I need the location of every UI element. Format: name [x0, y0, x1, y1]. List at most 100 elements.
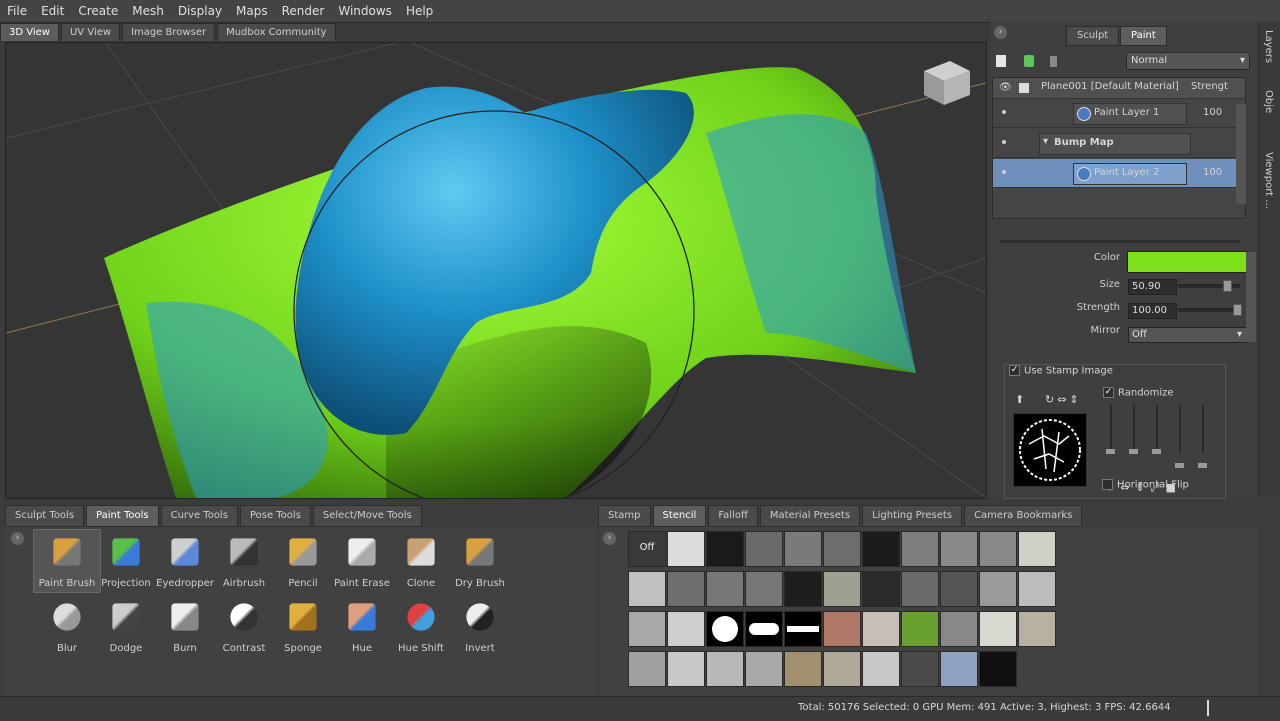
strength-slider[interactable]	[1178, 308, 1240, 312]
stencil-thumbnail[interactable]	[628, 651, 666, 687]
stencil-thumbnail[interactable]	[979, 571, 1017, 607]
stencil-thumbnail[interactable]	[940, 571, 978, 607]
stencil-thumbnail[interactable]	[940, 651, 978, 687]
stencil-thumbnail[interactable]	[706, 611, 744, 647]
tab-camera-bookmarks[interactable]: Camera Bookmarks	[964, 505, 1083, 527]
menu-windows[interactable]: Windows	[331, 4, 399, 18]
rotate-flip-icons[interactable]: ↻⇔⇕	[1045, 393, 1082, 406]
stencil-thumbnail[interactable]	[940, 611, 978, 647]
stencil-thumbnail[interactable]	[901, 571, 939, 607]
menu-create[interactable]: Create	[71, 4, 125, 18]
stencil-thumbnail[interactable]	[940, 531, 978, 567]
stencil-thumbnail[interactable]	[823, 651, 861, 687]
tool-blur[interactable]: Blur	[33, 594, 101, 658]
tool-clone[interactable]: Clone	[387, 529, 455, 593]
tab-falloff[interactable]: Falloff	[708, 505, 758, 527]
expand-arrow-icon[interactable]: ▾	[1043, 136, 1048, 147]
tab-sculpt-tools[interactable]: Sculpt Tools	[5, 505, 85, 527]
properties-scrollbar[interactable]	[1246, 252, 1256, 342]
tool-pencil[interactable]: Pencil	[269, 529, 337, 593]
tab-3d-view[interactable]: 3D View	[0, 23, 59, 41]
stencil-thumbnail[interactable]	[823, 611, 861, 647]
strength-field[interactable]: 100.00	[1128, 303, 1177, 319]
tool-burn[interactable]: Burn	[151, 594, 219, 658]
new-layer-icon[interactable]	[996, 55, 1006, 67]
stencil-thumbnail[interactable]	[823, 571, 861, 607]
stencil-thumbnail[interactable]	[1018, 531, 1056, 567]
layer-strength-value[interactable]: 100	[1203, 167, 1222, 178]
tool-contrast[interactable]: Contrast	[210, 594, 278, 658]
collapse-icon[interactable]: ›	[994, 26, 1007, 39]
stencil-thumbnail[interactable]	[901, 611, 939, 647]
pin-icon[interactable]: ⬆	[1015, 393, 1024, 406]
tab-viewport-filters[interactable]: Viewport ...	[1263, 152, 1274, 209]
menu-display[interactable]: Display	[171, 4, 229, 18]
stencil-thumbnail[interactable]	[628, 611, 666, 647]
stencil-thumbnail[interactable]	[979, 651, 1017, 687]
tab-mudbox-community[interactable]: Mudbox Community	[217, 23, 336, 41]
stencil-thumbnail[interactable]	[862, 651, 900, 687]
randomize-checkbox[interactable]: ✓ Randomize	[1103, 387, 1174, 399]
stencil-thumbnail[interactable]	[862, 611, 900, 647]
size-slider-knob[interactable]	[1223, 280, 1233, 292]
3d-viewport[interactable]	[5, 42, 987, 499]
tab-material-presets[interactable]: Material Presets	[759, 505, 861, 527]
stencil-thumbnail[interactable]	[745, 651, 783, 687]
tab-select-move-tools[interactable]: Select/Move Tools	[312, 505, 422, 527]
tab-image-browser[interactable]: Image Browser	[122, 23, 216, 41]
layer-row[interactable]: Paint Layer 2 100	[993, 159, 1245, 188]
tool-paint-brush[interactable]: Paint Brush	[33, 529, 101, 593]
layers-scrollbar[interactable]	[1236, 104, 1246, 204]
stencil-thumbnail[interactable]	[667, 571, 705, 607]
stencil-thumbnail[interactable]	[745, 611, 783, 647]
tab-object-list[interactable]: Obje	[1263, 90, 1274, 113]
tool-airbrush[interactable]: Airbrush	[210, 529, 278, 593]
horizontal-flip-checkbox[interactable]: Horizontal Flip	[1102, 479, 1189, 491]
stencil-thumbnail[interactable]	[706, 531, 744, 567]
tool-invert[interactable]: Invert	[446, 594, 514, 658]
stencil-thumbnail[interactable]	[667, 611, 705, 647]
stamp-preview-image[interactable]	[1013, 413, 1087, 487]
visibility-dot-icon[interactable]	[1002, 110, 1006, 114]
stencil-thumbnail[interactable]	[784, 651, 822, 687]
stencil-thumbnail[interactable]	[979, 531, 1017, 567]
stencil-tray-collapse-icon[interactable]: ›	[603, 532, 616, 545]
stencil-thumbnail[interactable]	[979, 611, 1017, 647]
layer-row[interactable]: ▾ Bump Map	[993, 129, 1245, 158]
tab-layers[interactable]: Layers	[1263, 30, 1274, 63]
stencil-thumbnail[interactable]	[706, 651, 744, 687]
use-stamp-checkbox[interactable]: ✓ Use Stamp Image	[1009, 365, 1113, 377]
visibility-dot-icon[interactable]	[1002, 170, 1006, 174]
mode-sculpt-button[interactable]: Sculpt	[1066, 26, 1120, 46]
stencil-thumbnail[interactable]	[1018, 571, 1056, 607]
tab-pose-tools[interactable]: Pose Tools	[239, 505, 311, 527]
layer-strength-value[interactable]: 100	[1203, 107, 1222, 118]
tool-projection[interactable]: Projection	[92, 529, 160, 593]
tray-collapse-icon[interactable]: ›	[11, 532, 24, 545]
view-cube-icon[interactable]	[924, 61, 970, 105]
stencil-thumbnail[interactable]	[784, 571, 822, 607]
menu-render[interactable]: Render	[275, 4, 332, 18]
tool-paint-erase[interactable]: Paint Erase	[328, 529, 396, 593]
tab-uv-view[interactable]: UV View	[60, 23, 121, 41]
tool-hue-shift[interactable]: Hue Shift	[387, 594, 455, 658]
visibility-dot-icon[interactable]	[1002, 140, 1006, 144]
stencil-thumbnail[interactable]	[667, 651, 705, 687]
randomize-sliders[interactable]	[1105, 405, 1215, 468]
duplicate-layer-icon[interactable]	[1024, 55, 1034, 67]
tab-paint-tools[interactable]: Paint Tools	[86, 505, 159, 527]
stencil-thumbnail[interactable]	[1018, 611, 1056, 647]
stencil-thumbnail[interactable]	[628, 571, 666, 607]
stencil-thumbnail[interactable]: Off	[628, 531, 666, 567]
menu-edit[interactable]: Edit	[34, 4, 71, 18]
stencil-thumbnail[interactable]	[667, 531, 705, 567]
tab-stencil[interactable]: Stencil	[652, 505, 707, 527]
menu-file[interactable]: File	[0, 4, 34, 18]
stencil-thumbnail[interactable]	[745, 531, 783, 567]
menu-help[interactable]: Help	[399, 4, 440, 18]
color-swatch[interactable]	[1127, 251, 1247, 273]
mode-paint-button[interactable]: Paint	[1120, 26, 1167, 46]
menu-maps[interactable]: Maps	[229, 4, 275, 18]
mirror-select[interactable]: Off ▾	[1128, 327, 1247, 343]
stencil-thumbnail[interactable]	[862, 571, 900, 607]
